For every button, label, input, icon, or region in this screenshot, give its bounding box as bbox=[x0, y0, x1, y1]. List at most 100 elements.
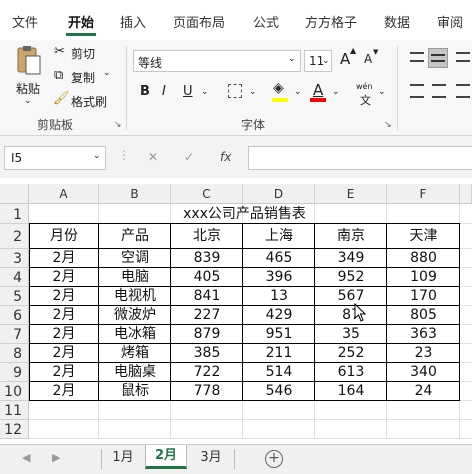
font-size-chevron-icon[interactable]: ⌄ bbox=[322, 56, 330, 66]
data-cell[interactable]: 841 bbox=[171, 287, 243, 306]
sheet-tab-3[interactable]: 3月 bbox=[190, 447, 232, 471]
sheet-tab-1[interactable]: 1月 bbox=[104, 447, 142, 471]
font-launcher-icon[interactable]: ↘ bbox=[384, 120, 392, 130]
data-cell[interactable]: 546 bbox=[243, 382, 315, 401]
underline-chevron-icon[interactable]: ⌄ bbox=[201, 87, 209, 97]
header-cell[interactable]: 上海 bbox=[243, 224, 315, 249]
data-cell[interactable]: 170 bbox=[387, 287, 460, 306]
data-cell[interactable]: 349 bbox=[315, 249, 387, 268]
row-header[interactable]: 12 bbox=[0, 420, 29, 439]
header-cell[interactable]: 南京 bbox=[315, 224, 387, 249]
tab-formulas[interactable]: 公式 bbox=[253, 12, 279, 31]
data-cell[interactable]: 514 bbox=[243, 363, 315, 382]
column-header-a[interactable]: A bbox=[29, 184, 99, 204]
row-header[interactable]: 6 bbox=[0, 306, 29, 325]
data-cell[interactable]: 2月 bbox=[29, 344, 99, 363]
data-cell[interactable]: 405 bbox=[171, 268, 243, 287]
header-cell[interactable]: 产品 bbox=[99, 224, 171, 249]
name-box[interactable]: I5 ⌄ bbox=[4, 146, 106, 170]
copy-dropdown-icon[interactable]: ⌄ bbox=[103, 68, 111, 78]
column-header-f[interactable]: F bbox=[387, 184, 460, 204]
data-cell[interactable]: 465 bbox=[243, 249, 315, 268]
header-cell[interactable]: 天津 bbox=[387, 224, 460, 249]
row-header[interactable]: 1 bbox=[0, 204, 29, 224]
data-cell[interactable]: 2月 bbox=[29, 287, 99, 306]
data-cell[interactable]: 109 bbox=[387, 268, 460, 287]
align-left-icon[interactable] bbox=[410, 84, 424, 98]
column-header-b[interactable]: B bbox=[99, 184, 171, 204]
row-header[interactable]: 7 bbox=[0, 325, 29, 344]
data-cell[interactable]: 87 bbox=[315, 306, 387, 325]
column-header-g[interactable] bbox=[460, 184, 472, 204]
cancel-entry-button[interactable]: ✕ bbox=[148, 150, 158, 164]
tab-data[interactable]: 数据 bbox=[384, 12, 410, 31]
font-name-select[interactable]: 等线 ⌄ bbox=[133, 50, 301, 72]
fill-color-icon[interactable]: ◈ bbox=[273, 80, 284, 96]
paste-icon[interactable] bbox=[14, 44, 44, 78]
row-header[interactable]: 2 bbox=[0, 224, 29, 249]
paste-button[interactable]: 粘贴 bbox=[16, 80, 40, 97]
data-cell[interactable]: 227 bbox=[171, 306, 243, 325]
grow-font-button[interactable]: A bbox=[340, 50, 350, 68]
align-bottom-icon[interactable] bbox=[456, 52, 470, 62]
data-cell[interactable]: 567 bbox=[315, 287, 387, 306]
row-header[interactable]: 8 bbox=[0, 344, 29, 363]
align-top-icon[interactable] bbox=[410, 52, 424, 62]
data-cell[interactable]: 23 bbox=[387, 344, 460, 363]
copy-button[interactable]: 复制 bbox=[71, 69, 95, 86]
tab-file[interactable]: 文件 bbox=[12, 12, 38, 31]
data-cell[interactable]: 951 bbox=[243, 325, 315, 344]
data-cell[interactable]: 340 bbox=[387, 363, 460, 382]
data-cell[interactable]: 烤箱 bbox=[99, 344, 171, 363]
row-header[interactable]: 9 bbox=[0, 363, 29, 382]
data-cell[interactable]: 211 bbox=[243, 344, 315, 363]
align-center-icon[interactable] bbox=[432, 84, 446, 98]
font-color-icon[interactable]: A bbox=[313, 81, 323, 99]
data-cell[interactable]: 2月 bbox=[29, 306, 99, 325]
data-cell[interactable]: 164 bbox=[315, 382, 387, 401]
data-cell[interactable]: 429 bbox=[243, 306, 315, 325]
paste-dropdown-icon[interactable]: ⌄ bbox=[24, 96, 32, 106]
column-header-c[interactable]: C bbox=[171, 184, 243, 204]
phonetic-top[interactable]: wén bbox=[356, 82, 373, 91]
data-cell[interactable]: 613 bbox=[315, 363, 387, 382]
data-cell[interactable]: 电脑 bbox=[99, 268, 171, 287]
data-cell[interactable]: 396 bbox=[243, 268, 315, 287]
data-cell[interactable]: 2月 bbox=[29, 382, 99, 401]
select-all-corner[interactable] bbox=[0, 184, 29, 204]
data-cell[interactable]: 空调 bbox=[99, 249, 171, 268]
header-cell[interactable]: 月份 bbox=[29, 224, 99, 249]
data-cell[interactable]: 24 bbox=[387, 382, 460, 401]
row-header[interactable]: 3 bbox=[0, 249, 29, 268]
borders-icon[interactable] bbox=[228, 84, 242, 98]
data-cell[interactable]: 13 bbox=[243, 287, 315, 306]
font-color-chevron-icon[interactable]: ⌄ bbox=[332, 87, 340, 97]
underline-button[interactable]: U bbox=[183, 84, 193, 99]
row-header[interactable]: 11 bbox=[0, 401, 29, 420]
column-header-d[interactable]: D bbox=[243, 184, 315, 204]
data-cell[interactable]: 722 bbox=[171, 363, 243, 382]
data-cell[interactable]: 879 bbox=[171, 325, 243, 344]
data-cell[interactable]: 363 bbox=[387, 325, 460, 344]
data-cell[interactable]: 2月 bbox=[29, 363, 99, 382]
cut-button[interactable]: 剪切 bbox=[71, 45, 95, 62]
data-cell[interactable]: 鼠标 bbox=[99, 382, 171, 401]
data-cell[interactable]: 805 bbox=[387, 306, 460, 325]
data-cell[interactable]: 2月 bbox=[29, 325, 99, 344]
data-cell[interactable]: 2月 bbox=[29, 268, 99, 287]
tab-home[interactable]: 开始 bbox=[68, 12, 94, 31]
sheet-tab-2-active[interactable]: 2月 bbox=[145, 445, 187, 469]
data-cell[interactable]: 385 bbox=[171, 344, 243, 363]
format-painter-button[interactable]: 格式刷 bbox=[71, 93, 107, 110]
align-right-icon[interactable] bbox=[456, 84, 470, 98]
row-header[interactable]: 10 bbox=[0, 382, 29, 401]
data-cell[interactable]: 电冰箱 bbox=[99, 325, 171, 344]
tab-review[interactable]: 审阅 bbox=[437, 12, 463, 31]
confirm-entry-button[interactable]: ✓ bbox=[184, 150, 194, 164]
data-cell[interactable]: 880 bbox=[387, 249, 460, 268]
data-cell[interactable]: 2月 bbox=[29, 249, 99, 268]
data-cell[interactable]: 778 bbox=[171, 382, 243, 401]
data-cell[interactable]: 952 bbox=[315, 268, 387, 287]
row-header[interactable]: 5 bbox=[0, 287, 29, 306]
tab-fangfang[interactable]: 方方格子 bbox=[305, 12, 357, 31]
